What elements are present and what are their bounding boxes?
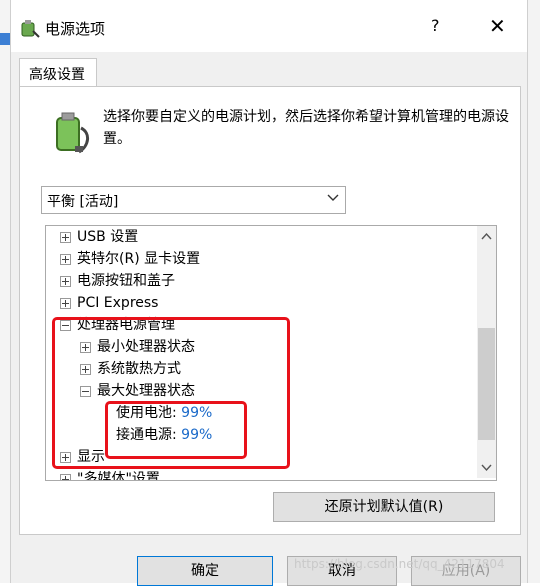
power-options-dialog: 电源选项 ? ✕ 高级设置 选择你要自定义的电源计划，然后选择你希望计算机管理的…	[10, 0, 528, 586]
description-text: 选择你要自定义的电源计划，然后选择你希望计算机管理的电源设置。	[103, 109, 509, 147]
scroll-up-icon[interactable]	[481, 232, 492, 240]
close-button[interactable]: ✕	[489, 14, 506, 38]
tree-scrollbar[interactable]	[477, 226, 496, 478]
tab-label: 高级设置	[29, 67, 85, 83]
background-window-right-edge	[527, 0, 540, 583]
plan-select[interactable]: 平衡 [活动]	[41, 186, 346, 214]
window-title: 电源选项	[45, 20, 106, 38]
expand-icon[interactable]	[60, 254, 71, 265]
ok-button[interactable]: 确定	[137, 556, 273, 586]
help-button[interactable]: ?	[431, 16, 440, 35]
power-options-app-icon	[21, 20, 40, 38]
plan-select-value: 平衡 [活动]	[47, 194, 119, 210]
battery-plug-icon	[56, 112, 89, 154]
expand-icon[interactable]	[60, 276, 71, 287]
watermark: https://blog.csdn.net/qq_42117804	[294, 557, 505, 571]
expand-icon[interactable]	[60, 474, 71, 480]
expand-icon[interactable]	[60, 298, 71, 309]
restore-defaults-button[interactable]: 还原计划默认值(R)	[273, 492, 495, 522]
title-bar: 电源选项 ? ✕	[11, 0, 527, 52]
background-blue-mark	[0, 33, 10, 45]
highlight-box-values	[105, 401, 247, 459]
chevron-down-icon	[327, 194, 339, 201]
tab-advanced-settings[interactable]: 高级设置	[19, 58, 97, 87]
expand-icon[interactable]	[60, 232, 71, 243]
scrollbar-thumb[interactable]	[478, 328, 495, 440]
scroll-down-icon[interactable]	[481, 464, 492, 472]
